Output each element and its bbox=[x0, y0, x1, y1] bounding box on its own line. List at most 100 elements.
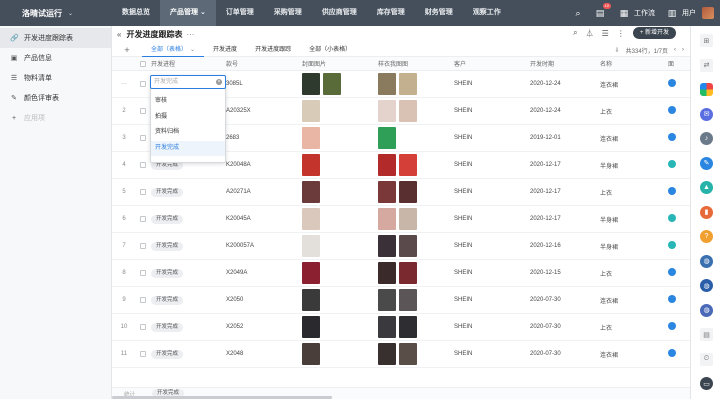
sample-thumbnail[interactable] bbox=[378, 154, 396, 176]
sample-thumbnail[interactable] bbox=[378, 127, 396, 149]
sidebar-item[interactable]: + 应用项 bbox=[0, 108, 111, 128]
app-brand[interactable]: 洛晴试运行 ⌄ bbox=[0, 0, 112, 40]
style-code-cell[interactable]: 2683 bbox=[226, 135, 302, 141]
nav-item[interactable]: 观察工作 bbox=[463, 0, 511, 26]
status-cell[interactable]: 开发完成 bbox=[150, 322, 226, 332]
date-cell[interactable]: 2020-07-30 bbox=[530, 297, 600, 303]
status-option[interactable]: 资料归档 bbox=[151, 125, 225, 140]
style-code-cell[interactable]: K20045A bbox=[226, 216, 302, 222]
column-header[interactable]: 款号 bbox=[226, 59, 302, 68]
sidebar-item[interactable]: ▣ 产品信息 bbox=[0, 48, 111, 68]
view-tab[interactable]: 开发进度跟踪 bbox=[246, 43, 300, 57]
sample-images-cell[interactable] bbox=[378, 208, 454, 230]
sample-images-cell[interactable] bbox=[378, 235, 454, 257]
settings-icon[interactable]: ⋮ bbox=[617, 29, 625, 38]
search-icon[interactable]: ⌕ bbox=[571, 6, 585, 20]
customer-cell[interactable]: SHEIN bbox=[454, 108, 530, 114]
status-option[interactable]: 审核 bbox=[151, 94, 225, 109]
sample-thumbnail[interactable] bbox=[399, 208, 417, 230]
product-thumbnail[interactable] bbox=[302, 343, 320, 365]
name-cell[interactable]: 上衣 bbox=[600, 269, 668, 278]
globe-icon[interactable]: ◍ bbox=[700, 254, 713, 268]
add-view-icon[interactable]: + bbox=[112, 45, 142, 55]
column-header[interactable]: 样衣我图图 bbox=[378, 59, 454, 68]
customer-cell[interactable]: SHEIN bbox=[454, 81, 530, 87]
tag-cell[interactable] bbox=[668, 241, 688, 251]
style-code-cell[interactable]: A20325X bbox=[226, 108, 302, 114]
style-code-cell[interactable]: A20271A bbox=[226, 189, 302, 195]
row-checkbox[interactable] bbox=[136, 324, 150, 330]
product-thumbnail[interactable] bbox=[302, 127, 320, 149]
sample-images-cell[interactable] bbox=[378, 127, 454, 149]
date-cell[interactable]: 2020-12-17 bbox=[530, 189, 600, 195]
name-cell[interactable]: 连衣裙 bbox=[600, 296, 668, 305]
date-cell[interactable]: 2020-12-15 bbox=[530, 270, 600, 276]
customer-cell[interactable]: SHEIN bbox=[454, 135, 530, 141]
product-thumbnail[interactable] bbox=[302, 181, 320, 203]
view-tab[interactable]: 全部（小表格） bbox=[300, 43, 360, 57]
sample-thumbnail[interactable] bbox=[378, 316, 396, 338]
chart-icon[interactable]: ▮ bbox=[700, 205, 713, 219]
name-cell[interactable]: 半身裙 bbox=[600, 161, 668, 170]
row-checkbox[interactable] bbox=[136, 162, 150, 168]
name-cell[interactable]: 连衣裙 bbox=[600, 350, 668, 359]
customer-cell[interactable]: SHEIN bbox=[454, 324, 530, 330]
cover-image-cell[interactable] bbox=[302, 181, 378, 203]
customer-cell[interactable]: SHEIN bbox=[454, 189, 530, 195]
table-row[interactable]: 7 开发完成 K200057A SHEIN 2020-12-16 半身裙 bbox=[112, 233, 690, 260]
table-row[interactable]: 8 开发完成 X2049A SHEIN 2020-12-15 上衣 bbox=[112, 260, 690, 287]
date-cell[interactable]: 2020-12-24 bbox=[530, 81, 600, 87]
column-header[interactable]: 名称 bbox=[600, 59, 668, 68]
product-thumbnail[interactable] bbox=[323, 73, 341, 95]
date-cell[interactable]: 2020-12-17 bbox=[530, 162, 600, 168]
table-row[interactable]: 9 开发完成 X2050 SHEIN 2020-07-30 连衣裙 bbox=[112, 287, 690, 314]
nav-item[interactable]: 库存管理 bbox=[367, 0, 415, 26]
product-thumbnail[interactable] bbox=[302, 208, 320, 230]
sample-images-cell[interactable] bbox=[378, 343, 454, 365]
table-row[interactable]: 5 开发完成 A20271A SHEIN 2020-12-17 上衣 bbox=[112, 179, 690, 206]
column-header[interactable]: 面 bbox=[668, 59, 688, 68]
sample-thumbnail[interactable] bbox=[378, 235, 396, 257]
sample-thumbnail[interactable] bbox=[378, 343, 396, 365]
sidebar-item[interactable]: ✎ 颜色评审表 bbox=[0, 88, 111, 108]
tag-cell[interactable] bbox=[668, 160, 688, 170]
panel-icon[interactable]: ▭ bbox=[700, 377, 713, 390]
customer-cell[interactable]: SHEIN bbox=[454, 243, 530, 249]
tag-cell[interactable] bbox=[668, 295, 688, 305]
name-cell[interactable]: 半身裙 bbox=[600, 242, 668, 251]
column-header[interactable]: 客户 bbox=[454, 59, 530, 68]
date-cell[interactable]: 2019-12-01 bbox=[530, 135, 600, 141]
product-thumbnail[interactable] bbox=[302, 316, 320, 338]
cover-image-cell[interactable] bbox=[302, 208, 378, 230]
bell-icon[interactable]: ♪ bbox=[700, 132, 713, 145]
workflow-icon[interactable]: ▦ bbox=[617, 6, 631, 20]
clear-icon[interactable]: × bbox=[216, 79, 222, 85]
sample-thumbnail[interactable] bbox=[378, 100, 396, 122]
status-select-input[interactable]: 开发完成 × bbox=[150, 75, 226, 89]
sidebar-item[interactable]: 🔗 开发进度跟踪表 bbox=[0, 28, 111, 48]
sample-thumbnail[interactable] bbox=[399, 100, 417, 122]
row-checkbox[interactable] bbox=[136, 189, 150, 195]
row-checkbox[interactable] bbox=[136, 351, 150, 357]
sample-thumbnail[interactable] bbox=[399, 73, 417, 95]
product-thumbnail[interactable] bbox=[302, 262, 320, 284]
tag-cell[interactable] bbox=[668, 106, 688, 116]
customer-cell[interactable]: SHEIN bbox=[454, 297, 530, 303]
sort-icon[interactable]: ☰ bbox=[602, 29, 609, 38]
chevron-down-icon[interactable]: ⌄ bbox=[190, 47, 195, 53]
sample-thumbnail[interactable] bbox=[399, 316, 417, 338]
sample-thumbnail[interactable] bbox=[399, 262, 417, 284]
date-cell[interactable]: 2020-07-30 bbox=[530, 351, 600, 357]
row-checkbox[interactable] bbox=[136, 108, 150, 114]
sample-images-cell[interactable] bbox=[378, 100, 454, 122]
multicolor-app-icon[interactable] bbox=[700, 83, 713, 96]
sidebar-item[interactable]: ☰ 物料清单 bbox=[0, 68, 111, 88]
date-cell[interactable]: 2020-12-16 bbox=[530, 243, 600, 249]
share-icon[interactable]: ⇄ bbox=[700, 58, 713, 72]
nav-item[interactable]: 订单管理 bbox=[216, 0, 264, 26]
sample-thumbnail[interactable] bbox=[399, 181, 417, 203]
product-thumbnail[interactable] bbox=[302, 73, 320, 95]
status-cell[interactable]: 开发完成 bbox=[150, 295, 226, 305]
style-code-cell[interactable]: K20048A bbox=[226, 162, 302, 168]
filter-icon[interactable]: ⏃ bbox=[586, 28, 594, 39]
